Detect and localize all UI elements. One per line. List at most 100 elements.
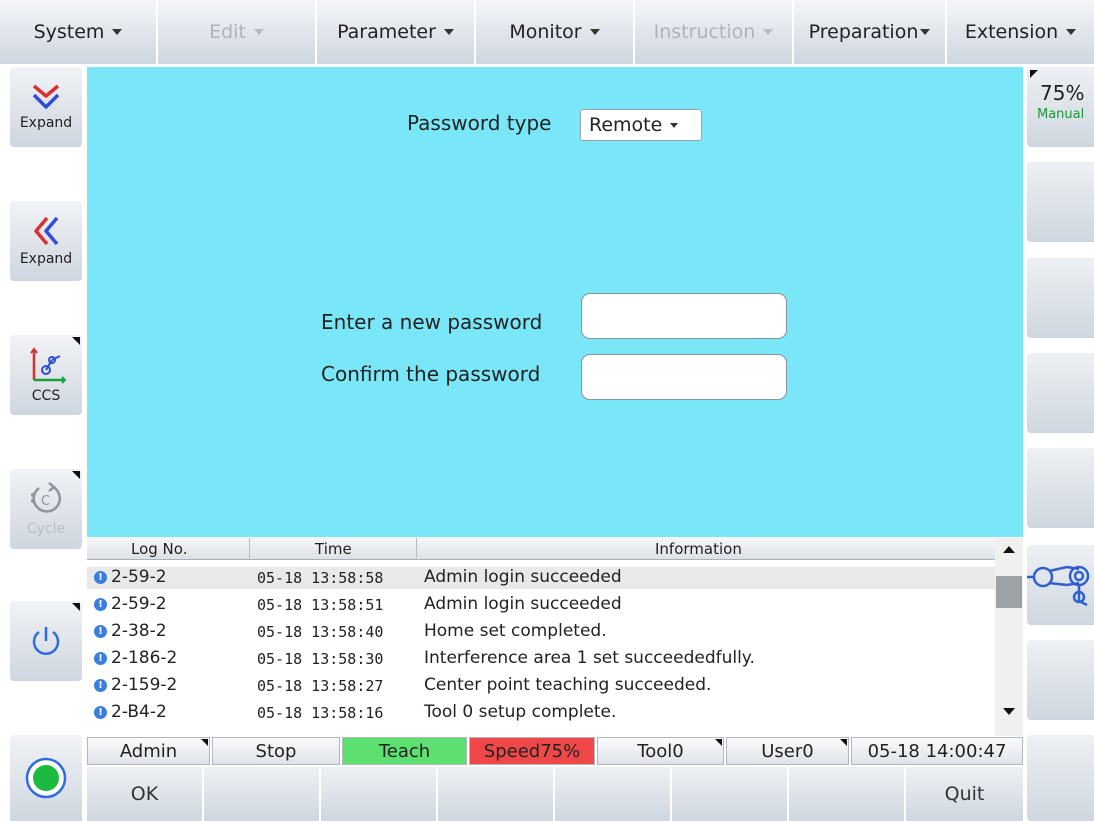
info-icon: !	[94, 598, 107, 611]
log-time: 05-18 13:58:16	[257, 704, 384, 722]
submenu-indicator	[840, 739, 847, 746]
column-divider	[249, 538, 250, 560]
log-no: 2-59-2	[111, 567, 167, 587]
function-key-3[interactable]	[321, 767, 438, 821]
menu-preparation[interactable]: Preparation	[794, 0, 946, 64]
scroll-up-icon[interactable]	[1003, 546, 1015, 553]
log-info: Admin login succeeded	[424, 567, 622, 587]
double-chevron-left-icon	[34, 216, 59, 246]
log-info: Center point teaching succeeded.	[424, 675, 712, 695]
function-key-5[interactable]	[555, 767, 672, 821]
status-datetime: 05-18 14:00:47	[851, 737, 1023, 765]
cycle-button[interactable]: C Cycle	[10, 469, 82, 549]
robot-arm-icon	[1027, 565, 1090, 607]
function-key-6[interactable]	[672, 767, 789, 821]
status-mode: Teach	[342, 737, 467, 765]
info-icon: !	[94, 706, 107, 719]
menu-parameter[interactable]: Parameter	[317, 0, 475, 64]
new-password-input[interactable]	[581, 293, 787, 339]
coordinate-system-icon	[30, 347, 66, 384]
submenu-indicator	[72, 603, 80, 611]
menu-edit-label: Edit	[209, 21, 246, 43]
log-no: 2-159-2	[111, 675, 178, 695]
menu-monitor-label: Monitor	[509, 21, 582, 43]
status-speed: Speed75%	[469, 737, 595, 765]
log-info: Admin login succeeded	[424, 594, 622, 614]
log-info: Tool 0 setup complete.	[424, 702, 617, 722]
confirm-password-input[interactable]	[581, 354, 787, 400]
record-button[interactable]	[10, 735, 82, 821]
expand-vertical-button[interactable]: Expand	[10, 67, 82, 147]
menu-monitor[interactable]: Monitor	[476, 0, 634, 64]
log-scrollbar[interactable]	[995, 538, 1023, 736]
right-function-button-5[interactable]	[1027, 448, 1094, 528]
table-row[interactable]: ! 2-186-2 05-18 13:58:30 Interference ar…	[87, 648, 995, 670]
chevron-down-icon	[112, 29, 123, 35]
expand-horizontal-button[interactable]: Expand	[10, 201, 82, 281]
info-icon: !	[94, 652, 107, 665]
function-key-7[interactable]	[789, 767, 906, 821]
submenu-indicator	[72, 471, 80, 479]
table-row[interactable]: ! 2-159-2 05-18 13:58:27 Center point te…	[87, 675, 995, 697]
column-header-time: Time	[315, 540, 352, 558]
log-no: 2-38-2	[111, 621, 167, 641]
menu-parameter-label: Parameter	[337, 21, 436, 43]
status-tool[interactable]: Tool0	[597, 737, 724, 765]
mode-label: Manual	[1037, 107, 1085, 122]
info-icon: !	[94, 679, 107, 692]
chevron-down-icon	[920, 29, 931, 35]
table-row[interactable]: ! 2-59-2 05-18 13:58:51 Admin login succ…	[87, 594, 995, 616]
status-tool-label: Tool0	[637, 740, 684, 762]
ccs-button[interactable]: CCS	[10, 335, 82, 415]
menu-system-label: System	[33, 21, 105, 43]
chevron-down-icon	[1066, 29, 1077, 35]
speed-mode-button[interactable]: 75% Manual	[1027, 67, 1094, 147]
status-mode-label: Teach	[378, 740, 431, 762]
password-type-select[interactable]: Remote	[580, 109, 702, 141]
right-function-button-8[interactable]	[1027, 735, 1094, 821]
table-row[interactable]: ! 2-59-2 05-18 13:58:58 Admin login succ…	[87, 567, 995, 589]
menu-extension[interactable]: Extension	[947, 0, 1094, 64]
right-function-button-3[interactable]	[1027, 258, 1094, 338]
log-time: 05-18 13:58:58	[257, 569, 384, 587]
status-user-frame[interactable]: User0	[726, 737, 849, 765]
ok-button[interactable]: OK	[87, 767, 204, 821]
menu-instruction[interactable]: Instruction	[635, 0, 793, 64]
speed-value: 75%	[1040, 81, 1085, 105]
quit-button[interactable]: Quit	[906, 767, 1023, 821]
right-function-button-7[interactable]	[1027, 640, 1094, 720]
function-key-4[interactable]	[438, 767, 555, 821]
menu-bar: System Edit Parameter Monitor Instructio…	[0, 0, 1094, 64]
right-function-button-4[interactable]	[1027, 353, 1094, 433]
right-function-button-2[interactable]	[1027, 162, 1094, 242]
menu-preparation-label: Preparation	[808, 21, 919, 43]
robot-view-button[interactable]	[1027, 545, 1094, 625]
menu-edit[interactable]: Edit	[158, 0, 316, 64]
confirm-password-label: Confirm the password	[321, 362, 541, 386]
chevron-down-icon	[253, 29, 264, 35]
menu-system[interactable]: System	[0, 0, 157, 64]
scroll-down-icon[interactable]	[1003, 708, 1015, 715]
log-no: 2-59-2	[111, 594, 167, 614]
column-header-information: Information	[655, 540, 742, 558]
status-user[interactable]: Admin	[87, 737, 210, 765]
status-user-frame-label: User0	[761, 740, 814, 762]
log-no: 2-186-2	[111, 648, 178, 668]
table-row[interactable]: ! 2-38-2 05-18 13:58:40 Home set complet…	[87, 621, 995, 643]
status-user-label: Admin	[119, 740, 178, 762]
submenu-indicator	[1030, 70, 1038, 78]
password-type-label: Password type	[407, 111, 552, 135]
chevron-down-icon	[670, 122, 679, 128]
scroll-thumb[interactable]	[996, 576, 1022, 608]
table-row[interactable]: ! 2-B4-2 05-18 13:58:16 Tool 0 setup com…	[87, 702, 995, 724]
chevron-down-icon	[443, 29, 454, 35]
log-time: 05-18 13:58:27	[257, 677, 384, 695]
power-button[interactable]	[10, 601, 82, 681]
menu-instruction-label: Instruction	[653, 21, 756, 43]
function-key-bar: OK Quit	[87, 767, 1023, 821]
password-settings-panel: Password type Remote Enter a new passwor…	[87, 67, 1023, 537]
log-info: Interference area 1 set succeededfully.	[424, 648, 755, 668]
cycle-label: Cycle	[26, 521, 66, 537]
log-table-header: Log No. Time Information	[87, 538, 995, 560]
function-key-2[interactable]	[204, 767, 321, 821]
